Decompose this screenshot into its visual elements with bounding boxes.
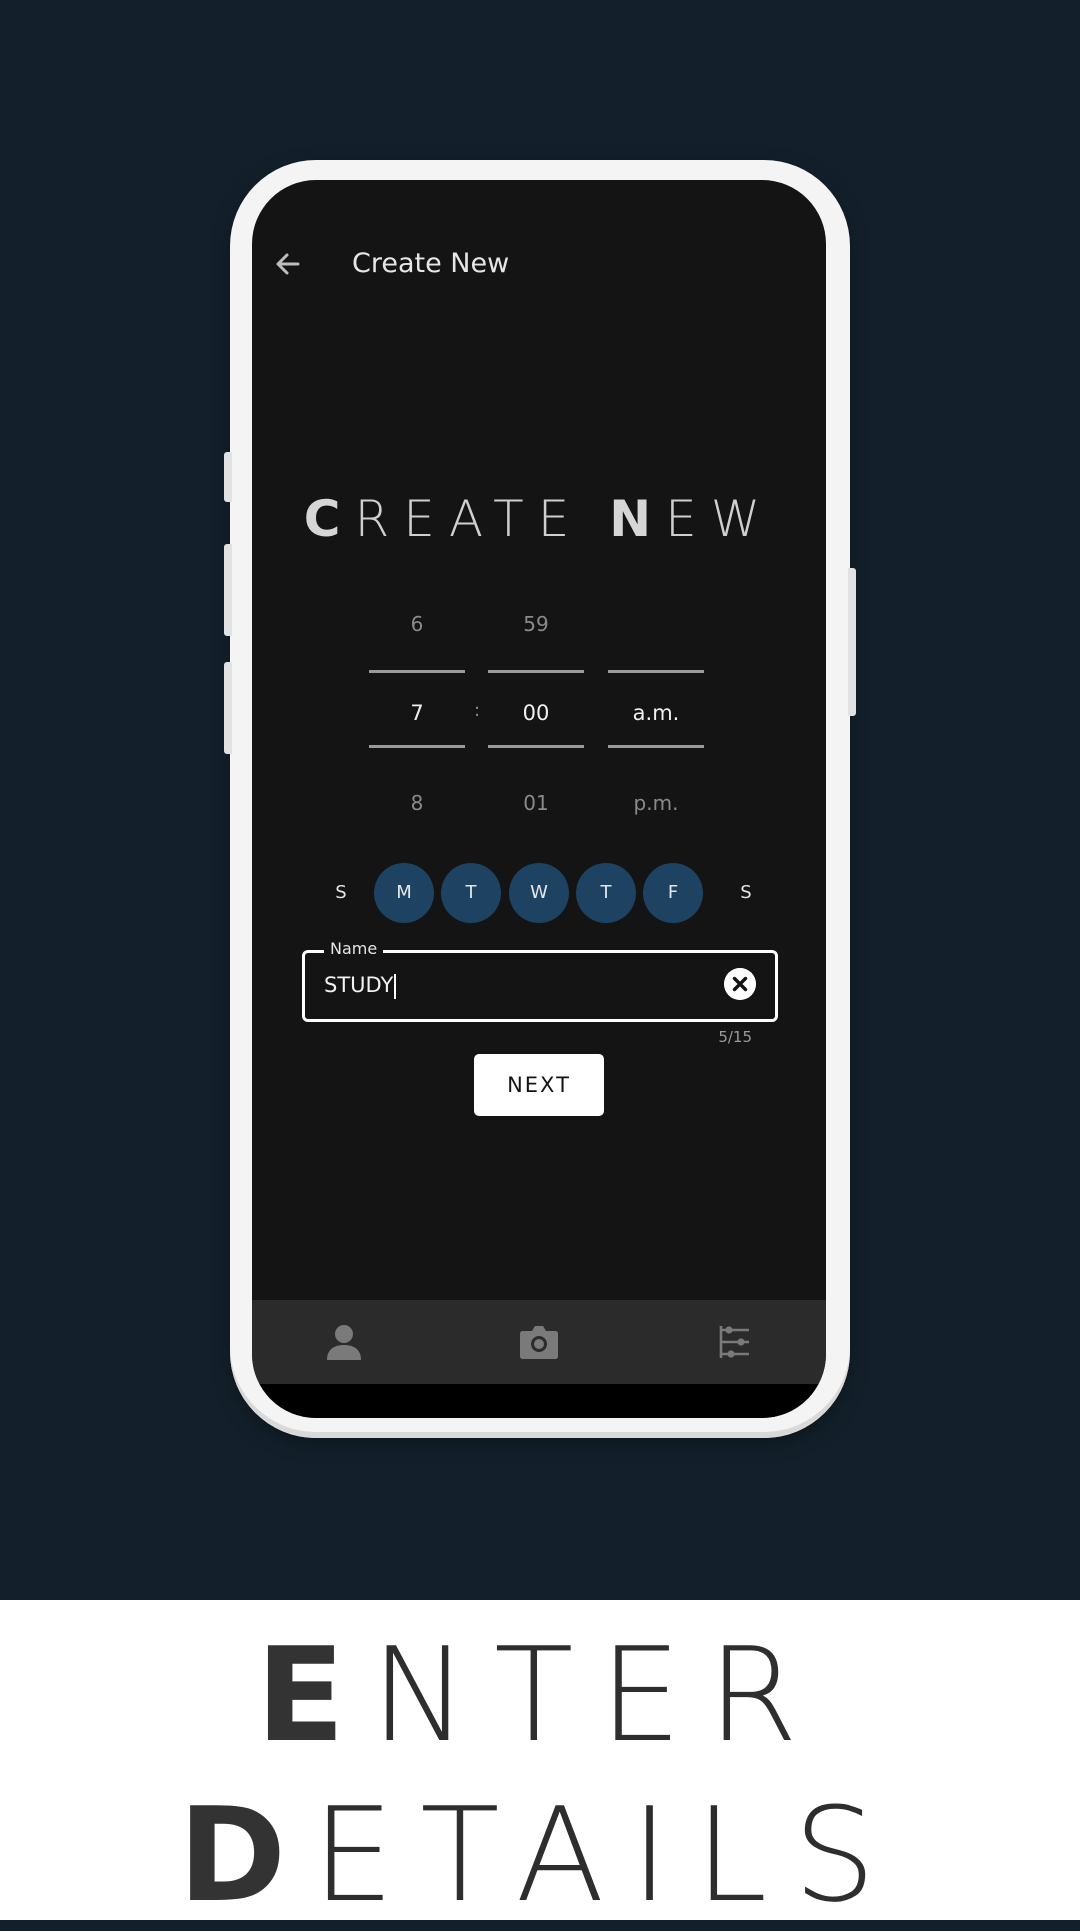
day-tuesday[interactable]: T [441,863,501,923]
period-selected[interactable]: a.m. [608,701,704,725]
name-field-value-wrap[interactable]: STUDY [324,970,397,1000]
day-sunday[interactable]: S [311,863,371,923]
day-friday[interactable]: F [643,863,703,923]
character-counter: 5/15 [718,1028,752,1046]
camera-icon[interactable] [517,1320,561,1364]
phone-side-button [224,452,232,502]
clear-icon[interactable] [724,968,756,1000]
phone-power-button [848,568,856,716]
minute-next[interactable]: 01 [488,791,584,815]
app-screen: Create New CREATE NEW 6 59 7 : 00 a.m. 8 … [252,180,826,1418]
minute-divider-top [488,670,584,673]
minute-divider-bottom [488,745,584,748]
hero-title: CREATE NEW [252,490,826,548]
back-arrow-icon[interactable] [270,246,306,282]
hour-prev[interactable]: 6 [369,612,465,636]
person-icon[interactable] [322,1320,366,1364]
day-monday[interactable]: M [374,863,434,923]
hero-title-first: CREATE [303,490,584,548]
hero-title-second: NEW [609,490,775,548]
minute-prev[interactable]: 59 [488,612,584,636]
system-navigation-bar [252,1384,826,1418]
time-separator: : [474,700,481,721]
period-divider-bottom [608,745,704,748]
name-field-label: Name [324,938,384,960]
day-wednesday[interactable]: W [509,863,569,923]
name-field-value[interactable]: STUDY [324,973,393,997]
phone-frame: Create New CREATE NEW 6 59 7 : 00 a.m. 8 … [224,160,856,1438]
period-divider-top [608,670,704,673]
day-saturday[interactable]: S [716,863,776,923]
hour-divider-top [369,670,465,673]
hour-divider-bottom [369,745,465,748]
minute-selected[interactable]: 00 [488,701,584,725]
phone-volume-down-button [224,662,232,754]
app-bar-title: Create New [352,248,510,279]
text-cursor [394,973,397,999]
next-button[interactable]: NEXT [474,1054,604,1116]
caption-line-1: ENTER [256,1619,824,1771]
settings-sliders-icon[interactable] [713,1320,757,1364]
hour-selected[interactable]: 7 [369,701,465,725]
phone-volume-up-button [224,544,232,636]
bottom-navigation [252,1300,826,1384]
hour-next[interactable]: 8 [369,791,465,815]
caption-line-2: DETAILS [178,1779,902,1931]
period-next[interactable]: p.m. [608,791,704,815]
day-thursday[interactable]: T [576,863,636,923]
